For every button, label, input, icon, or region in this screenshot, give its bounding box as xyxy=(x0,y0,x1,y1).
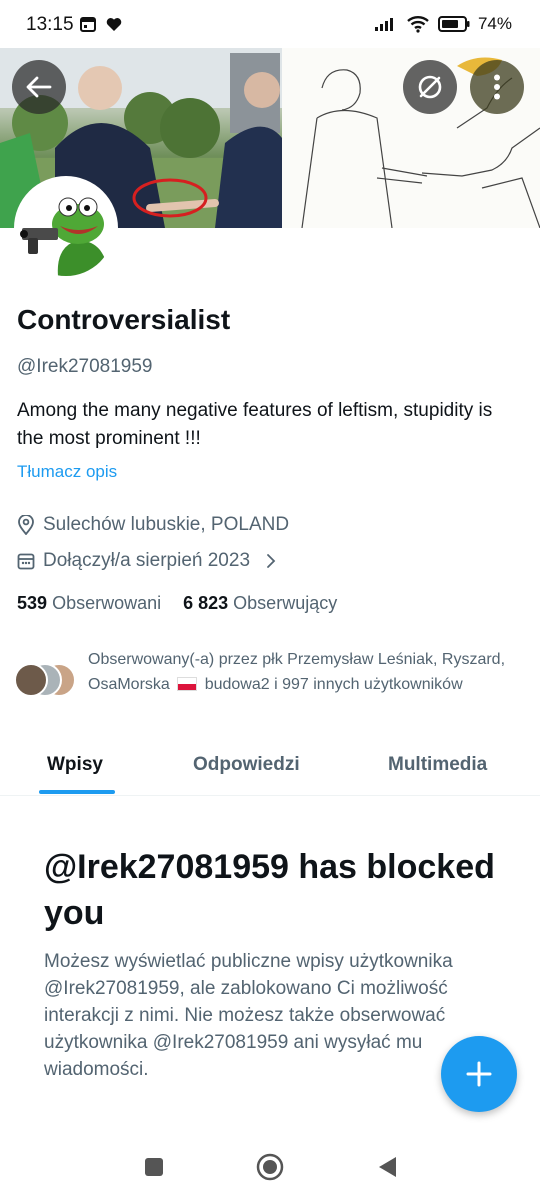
system-nav-bar xyxy=(0,1134,540,1200)
compose-button[interactable] xyxy=(441,1036,517,1112)
blocked-message: Możesz wyświetlać publiczne wpisy użytko… xyxy=(44,951,453,1080)
profile-tabs: Wpisy Odpowiedzi Multimedia xyxy=(0,744,540,796)
avatar xyxy=(14,663,48,697)
more-options-button[interactable] xyxy=(470,60,524,114)
battery-icon xyxy=(437,16,470,32)
active-tab-indicator xyxy=(39,790,115,794)
tab-replies[interactable]: Odpowiedzi xyxy=(193,754,300,776)
display-name: Controversialist xyxy=(17,304,231,335)
avatar-image xyxy=(18,180,114,276)
home-button[interactable] xyxy=(255,1152,285,1182)
following-link[interactable]: 539 Obserwowani xyxy=(17,593,161,614)
status-time: 13:15 xyxy=(26,14,74,35)
calendar-icon xyxy=(17,553,35,570)
circle-slash-icon xyxy=(418,75,442,99)
heart-icon xyxy=(106,17,122,31)
wifi-icon xyxy=(407,16,429,33)
tab-media[interactable]: Multimedia xyxy=(388,754,487,776)
follow-stats: 539 Obserwowani 6 823 Obserwujący xyxy=(17,593,337,614)
recents-button[interactable] xyxy=(139,1152,169,1182)
blocked-title: @Irek27081959 has blocked you xyxy=(44,848,495,932)
profile-location: Sulechów lubuskie, POLAND xyxy=(43,514,290,535)
followers-count: 6 823 xyxy=(183,593,229,613)
following-count: 539 xyxy=(17,593,48,613)
profile-avatar[interactable] xyxy=(14,176,118,280)
profile-joined: Dołączył/a sierpień 2023 xyxy=(43,550,251,571)
signal-icon xyxy=(374,18,393,31)
no-cast-button[interactable] xyxy=(403,60,457,114)
followers-label: Obserwujący xyxy=(233,593,338,613)
location-pin-icon xyxy=(18,515,34,535)
translate-bio-link[interactable]: Tłumacz opis xyxy=(17,462,117,482)
square-icon xyxy=(145,1158,163,1176)
back-button[interactable] xyxy=(12,60,66,114)
following-label: Obserwowani xyxy=(52,593,162,613)
back-nav-button[interactable] xyxy=(372,1152,402,1182)
triangle-back-icon xyxy=(379,1157,396,1177)
tab-posts[interactable]: Wpisy xyxy=(47,754,103,776)
poland-flag-icon xyxy=(177,677,198,691)
follower-avatars xyxy=(14,663,78,699)
arrow-left-icon xyxy=(26,76,52,98)
joined-row[interactable]: Dołączył/a sierpień 2023 xyxy=(17,550,278,572)
location-row: Sulechów lubuskie, POLAND xyxy=(17,514,289,536)
status-bar: 13:15 74% xyxy=(0,0,540,48)
profile-bio: Among the many negative features of left… xyxy=(17,400,493,449)
home-circle-icon xyxy=(256,1153,284,1181)
chevron-right-icon xyxy=(267,554,276,568)
followed-by-text: Obserwowany(-a) przez płk Przemysław Leś… xyxy=(88,651,506,693)
followers-link[interactable]: 6 823 Obserwujący xyxy=(183,593,337,614)
profile-handle: @Irek27081959 xyxy=(17,356,153,377)
more-vertical-icon xyxy=(494,74,500,100)
battery-percent: 74% xyxy=(477,14,512,33)
plus-icon xyxy=(466,1061,492,1087)
calendar-icon xyxy=(80,17,96,32)
followed-by-section[interactable]: Obserwowany(-a) przez płk Przemysław Leś… xyxy=(14,647,508,699)
